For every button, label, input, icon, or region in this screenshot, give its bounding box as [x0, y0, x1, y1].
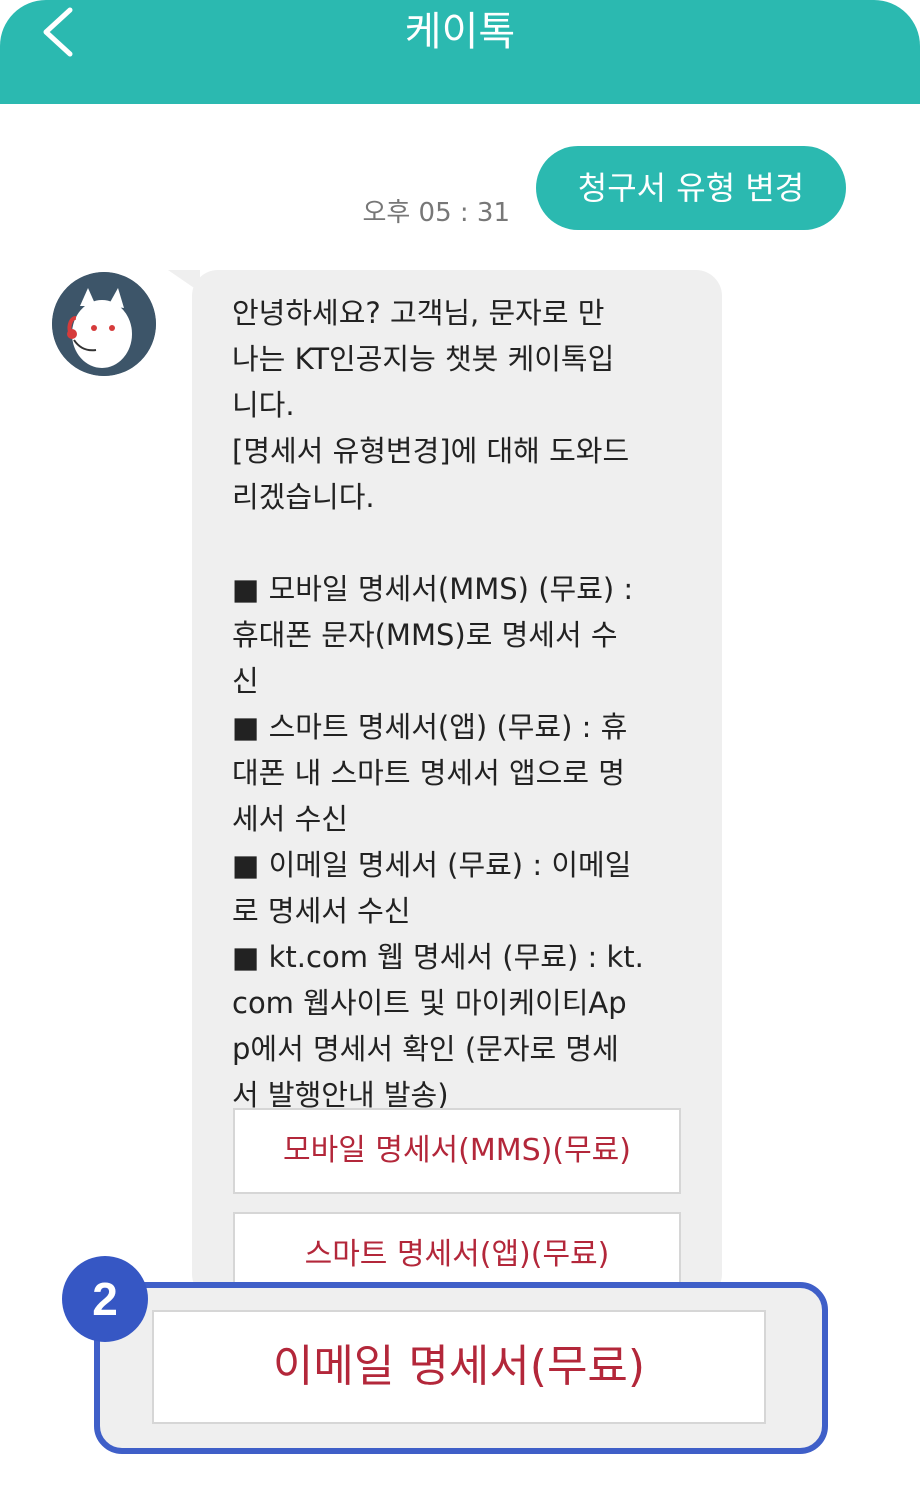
bot-message-text: 안녕하세요? 고객님, 문자로 만 나는 KT인공지능 챗봇 케이톡입 니다. … [232, 296, 644, 1112]
chat-title: 케이톡 [404, 9, 516, 55]
kt-bot-avatar-icon [52, 272, 156, 376]
user-message-bubble: 청구서 유형 변경 [536, 146, 846, 230]
step-number-badge: 2 [62, 1256, 148, 1342]
message-timestamp: 오후 05 : 31 [362, 198, 510, 228]
chat-header: 케이톡 [0, 0, 920, 104]
option-mobile-mms-button[interactable]: 모바일 명세서(MMS)(무료) [233, 1108, 681, 1194]
option-email-button[interactable]: 이메일 명세서(무료) [152, 1310, 766, 1424]
